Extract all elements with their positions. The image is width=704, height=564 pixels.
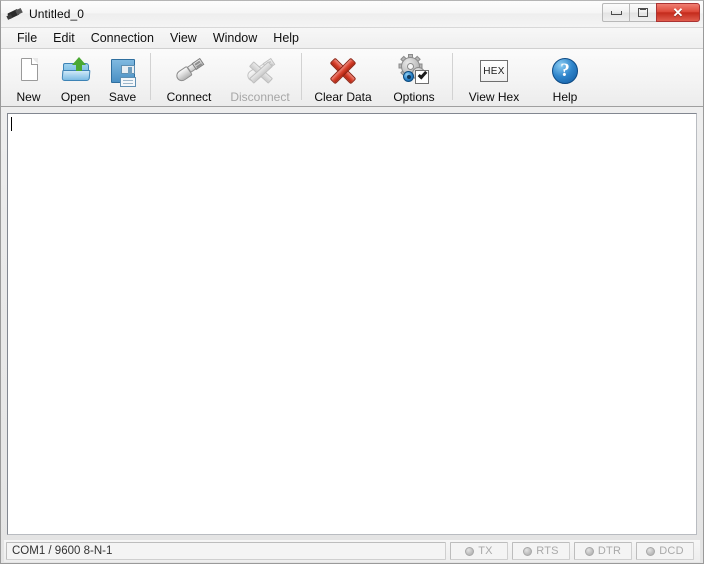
status-rts-label: RTS: [536, 545, 559, 557]
menu-edit[interactable]: Edit: [45, 29, 83, 48]
menu-view[interactable]: View: [162, 29, 205, 48]
status-connection-panel: COM1 / 9600 8-N-1: [6, 542, 446, 560]
menu-help[interactable]: Help: [265, 29, 307, 48]
toolbar-clear-data-button[interactable]: Clear Data: [306, 49, 380, 106]
window-title: Untitled_0: [29, 7, 85, 21]
toolbar-separator: [150, 53, 151, 100]
menu-bar: File Edit Connection View Window Help: [1, 28, 703, 49]
minimize-button[interactable]: [602, 3, 630, 22]
toolbar-options-button[interactable]: Options: [380, 49, 448, 106]
menu-file[interactable]: File: [9, 29, 45, 48]
serial-plug-icon: [6, 6, 23, 22]
toolbar-save-button[interactable]: Save: [99, 49, 146, 106]
toolbar-help-label: Help: [552, 90, 578, 104]
toolbar-save-label: Save: [108, 90, 137, 104]
status-connection-text: COM1 / 9600 8-N-1: [12, 545, 113, 557]
toolbar-separator: [301, 53, 302, 100]
toolbar-group-file: New Open Save: [5, 49, 146, 106]
led-icon: [465, 546, 475, 556]
menu-window[interactable]: Window: [205, 29, 265, 48]
close-icon: ✕: [672, 5, 684, 20]
toolbar-view-hex-button[interactable]: HEX View Hex: [457, 49, 531, 106]
hex-box-icon: HEX: [478, 55, 510, 87]
status-indicator-dtr: DTR: [574, 542, 632, 560]
question-mark-glyph: ?: [560, 59, 570, 81]
maximize-icon: [638, 8, 648, 17]
toolbar: New Open Save Connect Disconnect Clear D…: [1, 49, 703, 107]
status-indicator-tx: TX: [450, 542, 508, 560]
toolbar-new-button[interactable]: New: [5, 49, 52, 106]
help-question-icon: ?: [549, 55, 581, 87]
close-button[interactable]: ✕: [656, 3, 700, 22]
status-indicator-rts: RTS: [512, 542, 570, 560]
status-dcd-label: DCD: [659, 545, 684, 557]
toolbar-view-hex-label: View Hex: [468, 90, 520, 104]
application-window: Untitled_0 ✕ File Edit Connection View W…: [0, 0, 704, 564]
menu-connection[interactable]: Connection: [83, 29, 162, 48]
toolbar-group-data: Clear Data Options: [306, 49, 448, 106]
open-folder-icon: [60, 55, 92, 87]
toolbar-clear-data-label: Clear Data: [314, 90, 372, 104]
window-controls: ✕: [602, 3, 700, 22]
led-icon: [646, 546, 656, 556]
usb-plug-icon: [173, 55, 205, 87]
toolbar-connect-button[interactable]: Connect: [155, 49, 223, 106]
toolbar-open-label: Open: [60, 90, 91, 104]
toolbar-help-button[interactable]: ? Help: [531, 49, 599, 106]
toolbar-disconnect-label: Disconnect: [230, 90, 290, 104]
red-x-icon: [327, 55, 359, 87]
hex-glyph-label: HEX: [483, 65, 505, 77]
toolbar-disconnect-button[interactable]: Disconnect: [223, 49, 297, 106]
led-icon: [584, 546, 594, 556]
text-caret: [11, 117, 12, 131]
status-dtr-label: DTR: [597, 545, 622, 557]
status-bar: COM1 / 9600 8-N-1 TX RTS DTR DCD: [4, 540, 700, 562]
status-indicator-dcd: DCD: [636, 542, 694, 560]
gears-settings-icon: [398, 54, 430, 87]
led-icon: [523, 546, 533, 556]
new-page-icon: [13, 55, 45, 87]
status-tx-label: TX: [478, 545, 493, 557]
toolbar-separator: [452, 53, 453, 100]
minimize-icon: [610, 10, 622, 15]
toolbar-group-view: HEX View Hex ? Help: [457, 49, 599, 106]
usb-plug-disconnect-icon: [244, 55, 276, 87]
maximize-button[interactable]: [629, 3, 657, 22]
title-bar[interactable]: Untitled_0 ✕: [1, 1, 703, 28]
toolbar-options-label: Options: [393, 90, 435, 104]
toolbar-open-button[interactable]: Open: [52, 49, 99, 106]
toolbar-connect-label: Connect: [166, 90, 212, 104]
toolbar-new-label: New: [16, 90, 41, 104]
terminal-output-area[interactable]: [7, 113, 697, 535]
save-floppy-icon: [107, 55, 139, 87]
toolbar-group-connection: Connect Disconnect: [155, 49, 297, 106]
